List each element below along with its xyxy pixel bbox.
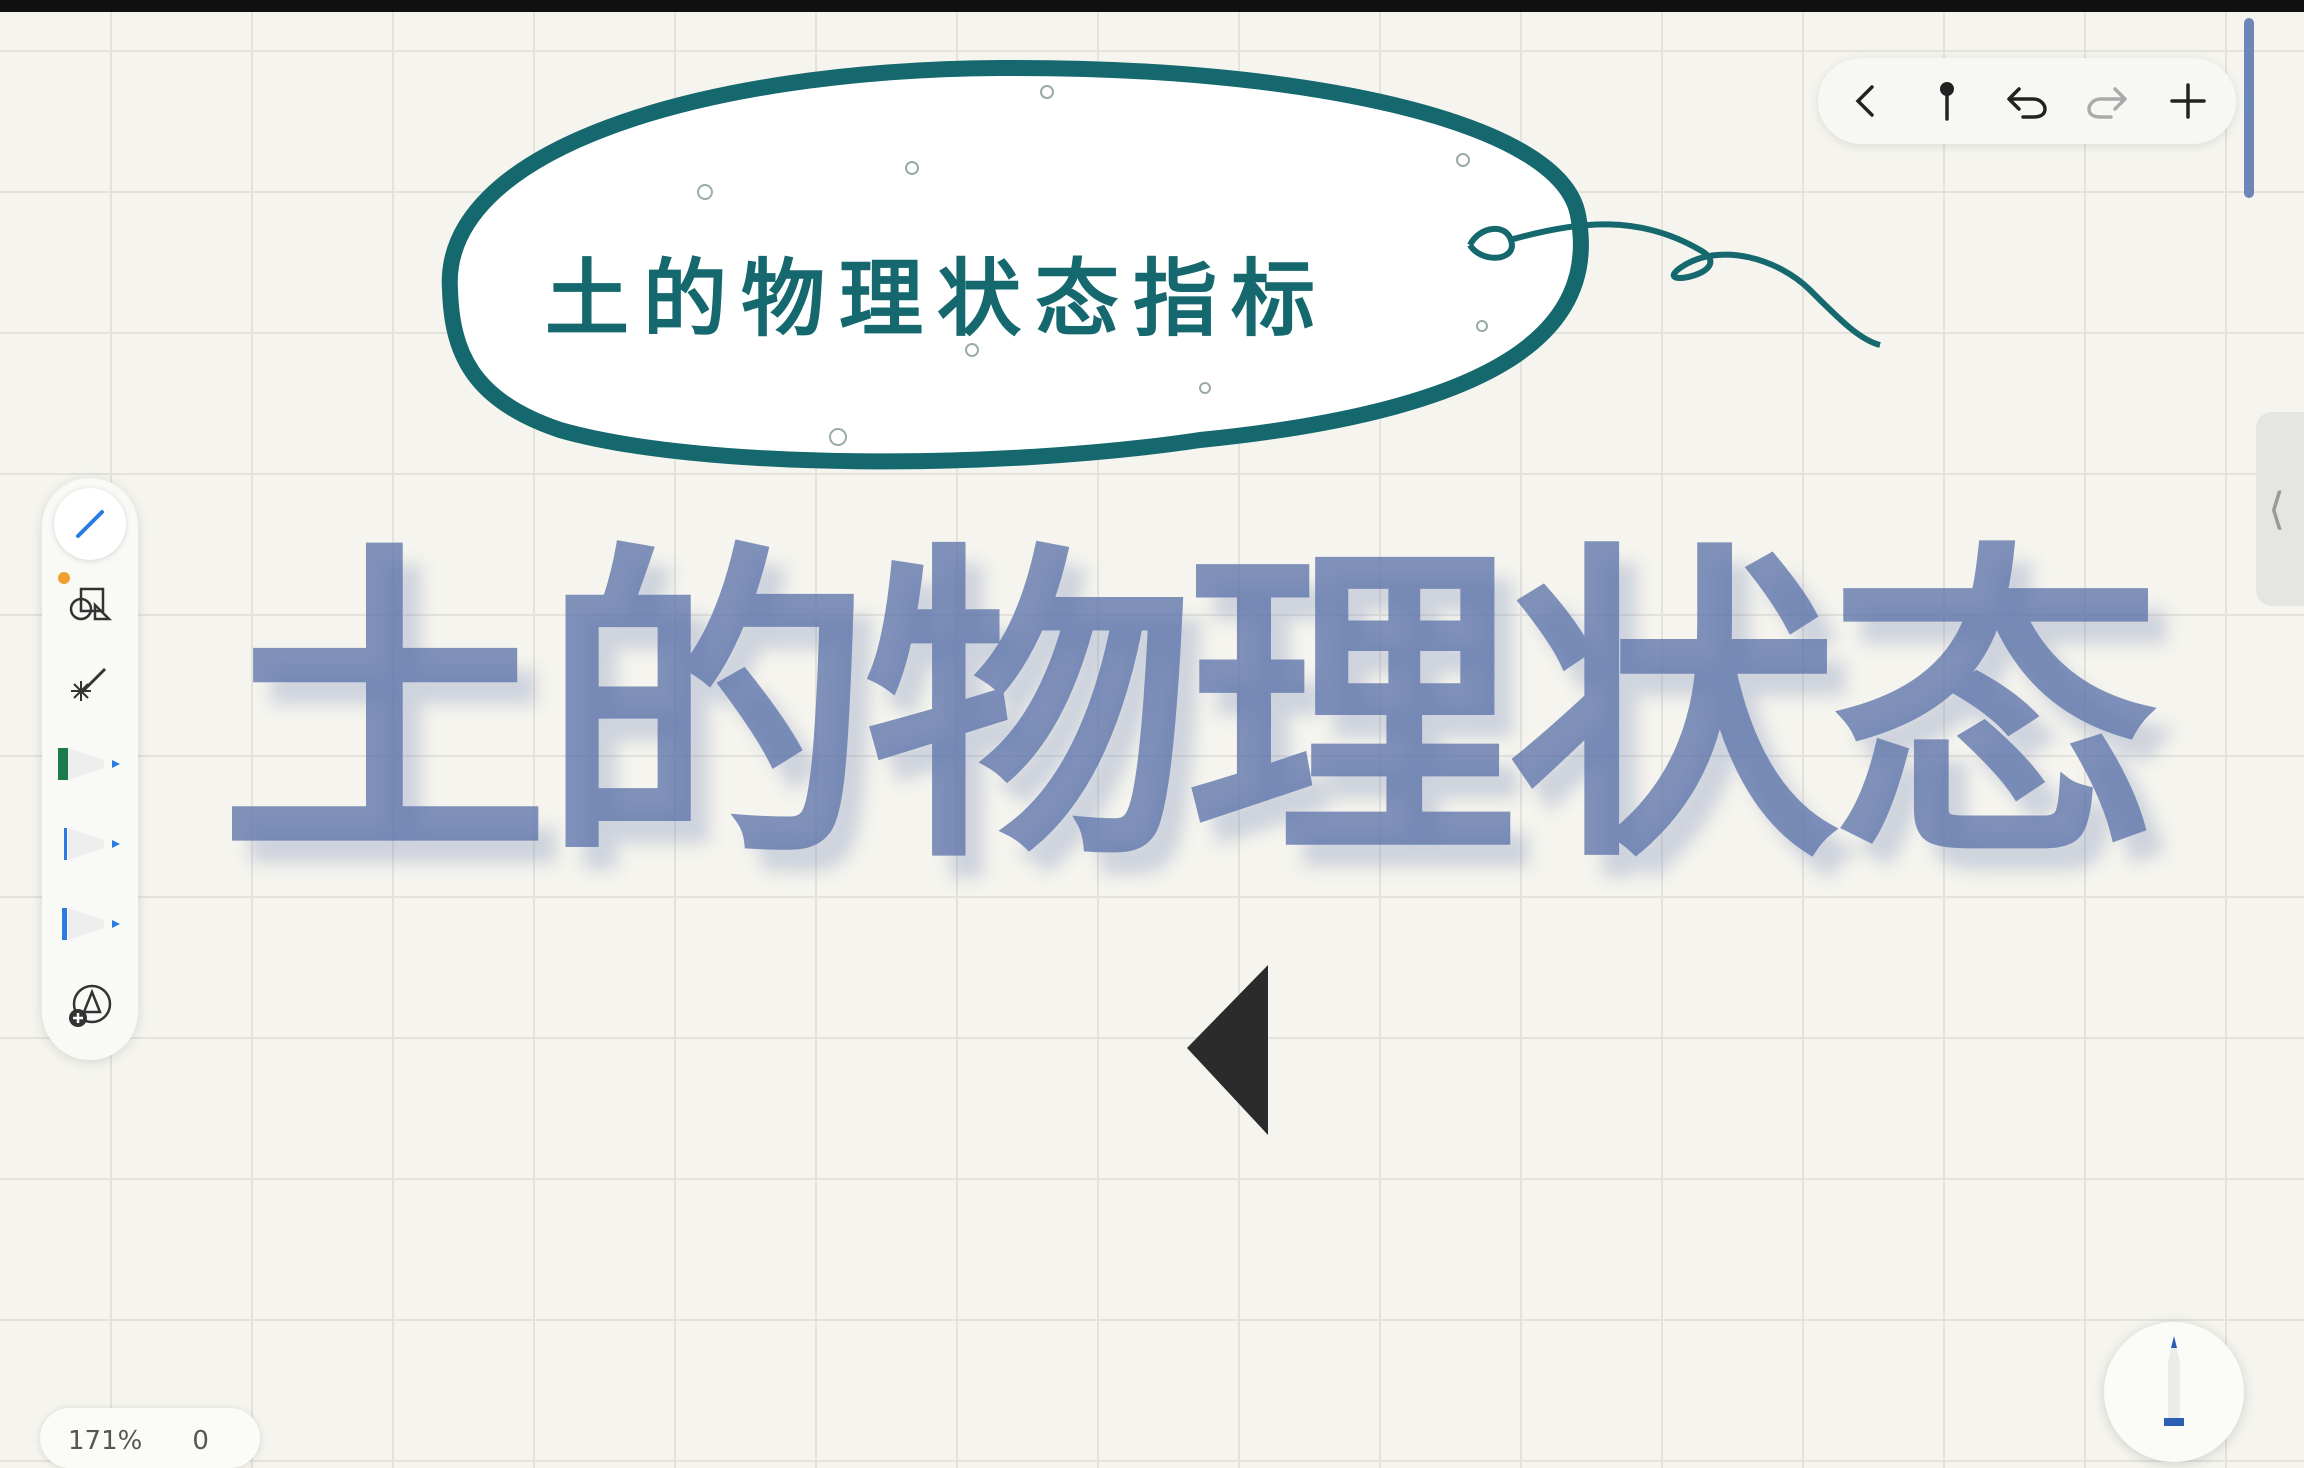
- pencil-icon: [76, 510, 104, 538]
- plus-icon: [2170, 83, 2206, 119]
- scroll-indicator[interactable]: [2244, 18, 2254, 198]
- undo-button[interactable]: [1996, 70, 2058, 132]
- add-page-button[interactable]: [2157, 70, 2219, 132]
- top-toolbar: [1818, 58, 2236, 144]
- handwritten-text[interactable]: 土的物理状态: [220, 500, 2200, 920]
- pen-blue-thin-tool[interactable]: [54, 808, 126, 880]
- pen-blue-thin-icon: [64, 828, 120, 860]
- pen-green-icon: [58, 748, 120, 780]
- pen-blue-icon: [62, 908, 120, 940]
- chevron-left-icon: [1855, 85, 1874, 117]
- pen-blue-tool[interactable]: [54, 888, 126, 960]
- pin-button[interactable]: [1916, 70, 1978, 132]
- zoom-value-partial: 0: [192, 1426, 209, 1456]
- side-toolbar: [42, 478, 138, 1060]
- laser-pointer-icon: [71, 667, 107, 701]
- pin-icon: [1939, 82, 1954, 121]
- pencil-tool[interactable]: [54, 488, 126, 560]
- zoom-level: 171%: [68, 1426, 143, 1456]
- add-tool-button[interactable]: [54, 970, 126, 1042]
- title-bubble-text: 土的物理状态指标: [545, 250, 1330, 348]
- apple-pencil-button[interactable]: [2104, 1322, 2244, 1462]
- zoom-indicator[interactable]: 171% 0: [40, 1408, 260, 1468]
- chevron-left-icon: ⟨: [2268, 483, 2286, 535]
- shapes-icon: [69, 587, 113, 621]
- redo-icon: [2087, 87, 2128, 119]
- cursor-triangle: [1187, 965, 1268, 1135]
- new-indicator-dot: [58, 572, 70, 584]
- pencil-tip-icon: [2164, 1336, 2184, 1426]
- redo-button[interactable]: [2076, 70, 2138, 132]
- laser-pointer-tool[interactable]: [54, 648, 126, 720]
- back-button[interactable]: [1835, 70, 1897, 132]
- pen-green-tool[interactable]: [54, 728, 126, 800]
- add-tool-icon: [69, 984, 112, 1027]
- right-panel-handle[interactable]: ⟨: [2256, 412, 2304, 606]
- undo-icon: [2007, 87, 2047, 119]
